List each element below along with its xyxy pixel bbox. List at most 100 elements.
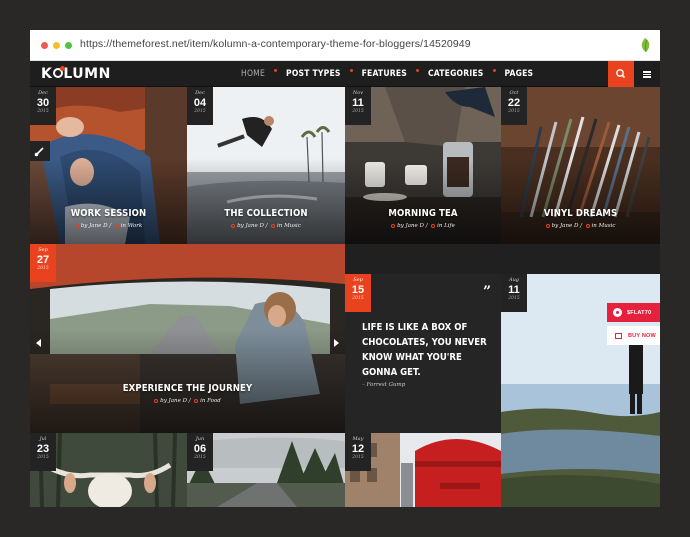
close-window-button[interactable] <box>41 42 48 49</box>
date-day: 11 <box>352 97 364 109</box>
hamburger-icon <box>643 71 651 73</box>
post-author[interactable]: by Jane D <box>160 398 187 404</box>
hamburger-icon-line <box>643 76 651 78</box>
date-month: Nov <box>352 90 364 96</box>
image-gradient <box>187 157 345 244</box>
date-month: Sep <box>353 277 363 283</box>
post-meta: by Jane D / in Music <box>501 223 660 229</box>
date-badge: Jun 06 2015 <box>187 433 213 471</box>
date-day: 11 <box>508 284 520 296</box>
nav-separator <box>274 69 278 72</box>
post-tile-vinyl-dreams[interactable]: Oct 22 2015 VINYL DREAMS by Jane D / in … <box>501 87 660 244</box>
buy-now-button[interactable]: BUY NOW <box>607 326 660 345</box>
author-icon <box>545 223 550 228</box>
post-tile-postbox[interactable]: May 12 2015 <box>345 433 501 507</box>
post-category[interactable]: in Work <box>121 223 143 229</box>
date-day: 27 <box>36 254 50 266</box>
date-day: 30 <box>36 97 50 109</box>
date-day: 12 <box>351 443 365 455</box>
post-tile-work-session[interactable]: Dec 30 2015 WORK SESSION by Jane D / in … <box>30 87 187 244</box>
nav-home[interactable]: HOME <box>241 69 265 79</box>
nav-pages[interactable]: PAGES <box>505 69 534 79</box>
nav-post-types[interactable]: POST TYPES <box>286 69 341 79</box>
nav-separator <box>415 69 419 72</box>
post-category[interactable]: in Music <box>277 223 301 229</box>
post-meta: by Jane D / in Food <box>30 398 345 404</box>
date-badge: Sep 27 2015 <box>30 244 56 282</box>
promo-code-button[interactable]: $FLAT70 <box>607 303 660 322</box>
address-bar[interactable]: https://themeforest.net/item/kolumn-a-co… <box>80 38 471 50</box>
date-month: Oct <box>509 90 519 96</box>
date-badge: Nov 11 2015 <box>345 87 371 125</box>
author-icon <box>391 223 396 228</box>
post-tile-skull[interactable]: Jul 23 2015 <box>30 433 187 507</box>
post-author[interactable]: by Jane D <box>81 223 108 229</box>
logo-o-icon <box>52 66 65 78</box>
kolumn-site: K LUMN HOME POST TYPES FEATURES CATEGORIE… <box>30 61 660 507</box>
image-gradient <box>501 157 660 244</box>
author-icon <box>231 223 236 228</box>
date-day: 06 <box>193 443 207 455</box>
post-category[interactable]: in Life <box>437 223 455 229</box>
quote-post[interactable]: Sep 15 2015 ” LIFE IS LIKE A BOX OF CHOC… <box>345 274 501 433</box>
quote-text: LIFE IS LIKE A BOX OF CHOCOLATES, YOU NE… <box>362 322 487 378</box>
post-category[interactable]: in Food <box>200 398 221 404</box>
quote-author: – Forrest Gump <box>362 382 406 388</box>
cart-icon <box>615 332 622 339</box>
browser-window: https://themeforest.net/item/kolumn-a-co… <box>30 30 660 507</box>
date-month: Jul <box>39 436 47 442</box>
date-year: 2015 <box>352 109 364 114</box>
date-badge: Dec 30 2015 <box>30 87 56 125</box>
post-author[interactable]: by Jane D <box>237 223 264 229</box>
menu-button[interactable] <box>634 61 660 87</box>
minimize-window-button[interactable] <box>53 42 60 49</box>
maximize-window-button[interactable] <box>65 42 72 49</box>
post-meta: by Jane D / in Work <box>30 223 187 229</box>
post-category[interactable]: in Music <box>592 223 616 229</box>
date-badge: May 12 2015 <box>345 433 371 471</box>
author-icon <box>74 223 79 228</box>
browser-toolbar: https://themeforest.net/item/kolumn-a-co… <box>30 30 660 61</box>
hamburger-icon-line <box>643 73 651 75</box>
format-standard-button[interactable] <box>30 141 50 161</box>
post-tile-morning-tea[interactable]: Nov 11 2015 MORNING TEA by Jane D / in L… <box>345 87 501 244</box>
date-year: 2015 <box>508 109 520 114</box>
main-menu: HOME POST TYPES FEATURES CATEGORIES PAGE… <box>241 69 533 79</box>
category-icon <box>271 223 276 228</box>
image-gradient <box>345 157 501 244</box>
category-icon <box>431 223 436 228</box>
date-month: Aug <box>508 277 520 283</box>
date-badge: Aug 11 2015 <box>501 274 527 312</box>
post-title[interactable]: VINYL DREAMS <box>501 208 660 219</box>
post-tile-forest-road[interactable]: Jun 06 2015 <box>187 433 345 507</box>
slider-prev-icon[interactable] <box>36 339 41 347</box>
post-title[interactable]: EXPERIENCE THE JOURNEY <box>30 383 345 394</box>
post-author[interactable]: by Jane D <box>397 223 424 229</box>
site-header: K LUMN HOME POST TYPES FEATURES CATEGORIE… <box>30 61 660 87</box>
search-icon <box>616 69 626 79</box>
nav-separator <box>492 69 496 72</box>
post-slider-experience-the-journey[interactable]: Sep 27 2015 EXPERIENCE THE JOURNEY by Ja… <box>30 244 345 433</box>
envato-leaf-icon <box>641 38 650 53</box>
slider-next-icon[interactable] <box>334 339 339 347</box>
logo-rest: LUMN <box>63 66 111 82</box>
post-title[interactable]: WORK SESSION <box>30 208 187 219</box>
post-title[interactable]: THE COLLECTION <box>187 208 345 219</box>
date-badge: Jul 23 2015 <box>30 433 56 471</box>
date-year: 2015 <box>352 296 364 301</box>
nav-features[interactable]: FEATURES <box>362 69 407 79</box>
date-month: Sep <box>38 247 48 253</box>
date-year: 2015 <box>352 455 364 460</box>
site-logo[interactable]: K LUMN <box>41 66 111 82</box>
post-author[interactable]: by Jane D <box>552 223 579 229</box>
search-button[interactable] <box>608 61 634 87</box>
logo-letter: K <box>41 66 53 82</box>
category-icon <box>585 223 590 228</box>
nav-categories[interactable]: CATEGORIES <box>428 69 484 79</box>
promo-code-label: $FLAT70 <box>627 309 652 316</box>
post-tile-the-collection[interactable]: Dec 04 2015 THE COLLECTION by Jane D / i… <box>187 87 345 244</box>
date-year: 2015 <box>194 109 206 114</box>
author-icon <box>154 398 159 403</box>
post-title[interactable]: MORNING TEA <box>345 208 501 219</box>
date-day: 22 <box>507 97 521 109</box>
